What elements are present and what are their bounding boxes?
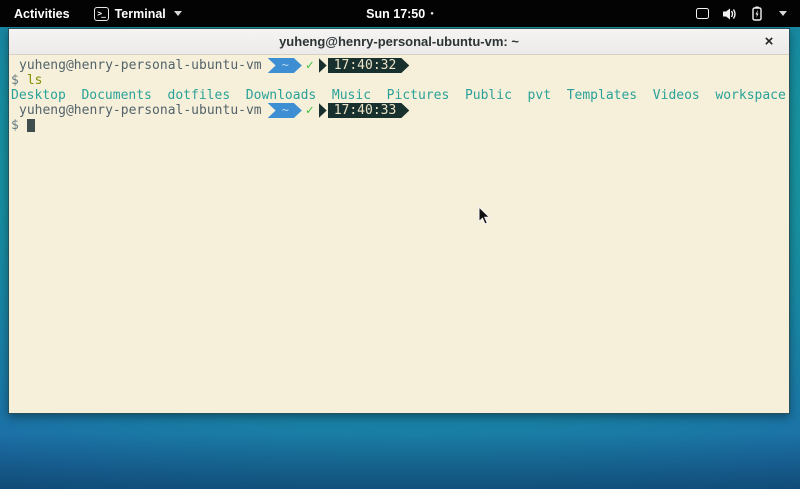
prompt-line: yuheng@henry-personal-ubuntu-vm ~ ✓ 17:4… [11, 58, 787, 73]
prompt-user-host: yuheng@henry-personal-ubuntu-vm [11, 103, 262, 118]
window-title: yuheng@henry-personal-ubuntu-vm: ~ [279, 34, 519, 49]
volume-icon [722, 7, 737, 21]
prompt-line: yuheng@henry-personal-ubuntu-vm ~ ✓ 17:4… [11, 103, 787, 118]
prompt-user-host: yuheng@henry-personal-ubuntu-vm [11, 58, 262, 73]
input-line: $ [11, 118, 787, 133]
terminal-window: yuheng@henry-personal-ubuntu-vm: ~ × yuh… [8, 28, 790, 414]
window-titlebar[interactable]: yuheng@henry-personal-ubuntu-vm: ~ × [9, 29, 789, 55]
terminal-icon: >_ [94, 7, 109, 21]
terminal-screen[interactable]: yuheng@henry-personal-ubuntu-vm ~ ✓ 17:4… [9, 55, 789, 413]
top-bar: Activities >_ Terminal Sun 17:50 ● [0, 0, 800, 27]
prompt-cwd-segment: ~ [268, 103, 302, 118]
notification-dot-icon: ● [430, 11, 434, 17]
directory-listing: Desktop Documents dotfiles Downloads Mus… [11, 88, 786, 103]
powerline-arrow-icon [319, 58, 327, 73]
clock-label: Sun 17:50 [366, 7, 425, 21]
chevron-down-icon [174, 11, 182, 16]
ls-output-line: Desktop Documents dotfiles Downloads Mus… [11, 88, 787, 103]
prompt-symbol: $ [11, 73, 19, 88]
battery-charging-icon [750, 6, 764, 21]
close-button[interactable]: × [757, 29, 781, 54]
app-menu-terminal[interactable]: >_ Terminal [84, 0, 192, 27]
status-check-icon: ✓ [306, 58, 314, 73]
prompt-symbol: $ [11, 118, 19, 133]
system-status-area[interactable] [683, 0, 800, 27]
typed-command: ls [27, 73, 43, 88]
status-check-icon: ✓ [306, 103, 314, 118]
chevron-down-icon [779, 11, 787, 16]
text-cursor [27, 119, 35, 132]
command-line: $ ls [11, 73, 787, 88]
prompt-cwd-segment: ~ [268, 58, 302, 73]
activities-button[interactable]: Activities [0, 0, 84, 27]
mouse-cursor [478, 206, 492, 226]
powerline-arrow-icon [319, 103, 327, 118]
app-menu-label: Terminal [115, 7, 166, 21]
prompt-time-segment: 17:40:33 [328, 103, 410, 118]
screen-icon [696, 8, 709, 19]
prompt-time-segment: 17:40:32 [328, 58, 410, 73]
